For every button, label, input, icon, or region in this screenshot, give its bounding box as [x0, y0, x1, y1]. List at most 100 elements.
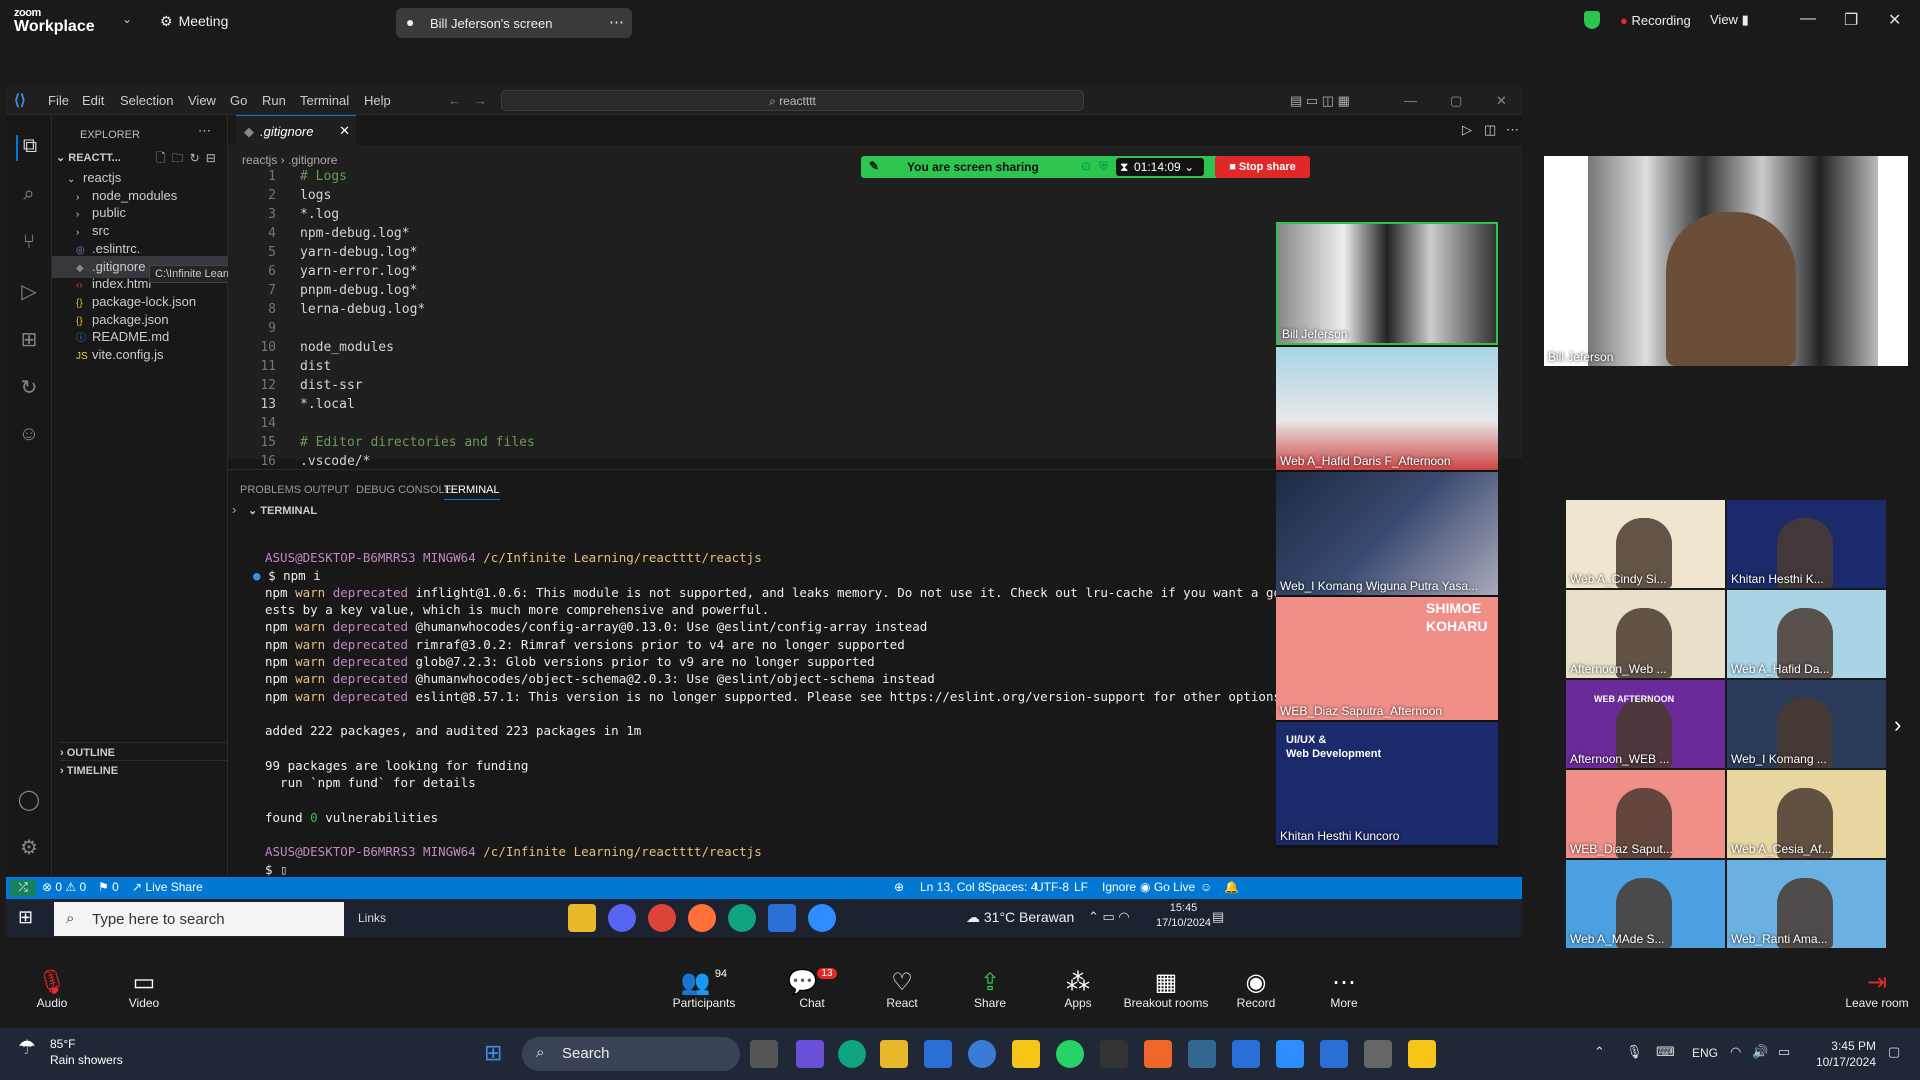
- tray-mic-icon[interactable]: 🎙: [1626, 1044, 1643, 1060]
- active-speaker-video[interactable]: Bill Jeferson: [1544, 156, 1908, 366]
- gallery-tile[interactable]: Web A_Hafid Da...: [1727, 590, 1886, 678]
- taskbar-clock[interactable]: 15:45 17/10/2024: [1156, 901, 1211, 931]
- vscode-minimize-icon[interactable]: —: [1404, 93, 1417, 108]
- vscode-restore-icon[interactable]: ▢: [1450, 93, 1462, 109]
- language-indicator[interactable]: ENG: [1692, 1046, 1718, 1060]
- tab-debug-console[interactable]: DEBUG CONSOLE: [356, 484, 452, 496]
- vscode-taskbar-icon[interactable]: [1320, 1040, 1348, 1068]
- audio-button[interactable]: 🎙 Audio: [12, 964, 92, 1010]
- xampp-icon[interactable]: [1144, 1040, 1172, 1068]
- breadcrumb[interactable]: reactjs › .gitignore: [242, 153, 337, 167]
- app-icon[interactable]: [1364, 1040, 1392, 1068]
- language-status[interactable]: Ignore: [1102, 880, 1136, 894]
- menu-selection[interactable]: Selection: [120, 93, 173, 108]
- stop-share-button[interactable]: ■ Stop share: [1215, 156, 1310, 178]
- tray-icons[interactable]: ⌃ ▭ ◠: [1088, 909, 1130, 925]
- problems-status[interactable]: ⊗ 0 ⚠ 0: [42, 880, 86, 894]
- windows-start-icon[interactable]: ⊞: [484, 1040, 502, 1066]
- pause-icon[interactable]: ⊙: [1081, 159, 1091, 173]
- remote-icon[interactable]: ⤮: [10, 880, 36, 896]
- indent-status[interactable]: Spaces: 4: [984, 880, 1037, 894]
- keyboard-icon[interactable]: ⌨: [1656, 1044, 1675, 1060]
- file-explorer-icon[interactable]: [880, 1040, 908, 1068]
- action-center-icon[interactable]: ▤: [1212, 909, 1224, 925]
- gallery-tile[interactable]: WEB_Diaz Saput...: [1566, 770, 1725, 858]
- tab-problems[interactable]: PROBLEMS: [240, 484, 301, 496]
- participant-tile[interactable]: Web_I Komang Wiguna Putra Yasa...: [1276, 472, 1498, 595]
- notifications-bell-icon[interactable]: 🔔: [1224, 880, 1239, 894]
- back-arrow-icon[interactable]: ←: [448, 93, 461, 108]
- gallery-tile[interactable]: Khitan Hesthi K...: [1727, 500, 1886, 588]
- source-control-icon[interactable]: ⑂: [16, 231, 42, 257]
- sticky-notes-icon[interactable]: [1012, 1040, 1040, 1068]
- live-share-icon[interactable]: ↻: [16, 375, 42, 401]
- more-icon[interactable]: ⋯: [609, 13, 624, 31]
- gallery-tile[interactable]: Web_I Komang ...: [1727, 680, 1886, 768]
- zoom-taskbar-icon[interactable]: [808, 904, 836, 932]
- extensions-icon[interactable]: ⊞: [16, 327, 42, 353]
- video-button[interactable]: ▭ Video: [104, 964, 184, 1010]
- menu-view[interactable]: View: [188, 93, 216, 108]
- meeting-tab[interactable]: ⚙ Meeting: [160, 13, 228, 30]
- share-timer[interactable]: ⧗ 01:14:09 ⌄: [1116, 158, 1204, 176]
- battery-icon[interactable]: ▭: [1778, 1044, 1790, 1060]
- account-icon[interactable]: ◯: [16, 787, 42, 813]
- tree-item[interactable]: JS vite.config.js: [52, 344, 228, 366]
- notepad-icon[interactable]: [1232, 1040, 1260, 1068]
- chat-button[interactable]: 💬 13 Chat: [772, 964, 852, 1010]
- apps-button[interactable]: ⁂ Apps: [1038, 964, 1118, 1010]
- gallery-tile[interactable]: Web A_Cindy Si...: [1566, 500, 1725, 588]
- edge-icon[interactable]: [838, 1040, 866, 1068]
- terminal-output[interactable]: ASUS@DESKTOP-B6MRRS3 MINGW64 /c/Infinite…: [253, 532, 1326, 878]
- vscode-taskbar-icon[interactable]: [768, 904, 796, 932]
- chrome-icon[interactable]: [648, 904, 676, 932]
- live-share-status[interactable]: ↗ Live Share: [132, 880, 203, 894]
- gallery-tile[interactable]: Afternoon_Web ...: [1566, 590, 1725, 678]
- forward-arrow-icon[interactable]: →: [474, 93, 487, 108]
- menu-file[interactable]: File: [48, 93, 69, 108]
- notification-icon[interactable]: ▢: [1888, 1044, 1900, 1060]
- code-editor[interactable]: 1 # Logs 2 logs 3 *.log 4 npm-debug.log* 5 yarn-d…: [228, 167, 534, 471]
- copilot-icon[interactable]: [796, 1040, 824, 1068]
- gallery-next-icon[interactable]: ›: [1894, 712, 1901, 738]
- go-live-button[interactable]: ◉ Go Live: [1140, 880, 1195, 894]
- menu-edit[interactable]: Edit: [82, 93, 104, 108]
- recording-indicator[interactable]: ● Recording: [1620, 13, 1691, 28]
- cursor-position[interactable]: Ln 13, Col 8: [920, 880, 985, 894]
- database-icon[interactable]: [1188, 1040, 1216, 1068]
- file-explorer-icon[interactable]: [568, 904, 596, 932]
- editor-more-icon[interactable]: ⋯: [1506, 122, 1519, 138]
- taskbar-search[interactable]: ⌕ Type here to search: [54, 902, 344, 936]
- task-view-icon[interactable]: [750, 1040, 778, 1068]
- chevron-down-icon[interactable]: ⌄: [122, 12, 132, 26]
- record-button[interactable]: ◉ Record: [1216, 964, 1296, 1010]
- more-button[interactable]: ⋯ More: [1304, 964, 1384, 1010]
- participant-tile[interactable]: Web A_Hafid Daris F_Afternoon: [1276, 347, 1498, 470]
- menu-go[interactable]: Go: [230, 93, 247, 108]
- mail-icon[interactable]: [924, 1040, 952, 1068]
- share-button[interactable]: ⇪ Share: [950, 964, 1030, 1010]
- app-icon[interactable]: [968, 1040, 996, 1068]
- edge-icon[interactable]: [728, 904, 756, 932]
- tab-gitignore[interactable]: ◆ .gitignore ✕: [236, 115, 356, 145]
- split-editor-icon[interactable]: ◫: [1484, 122, 1496, 138]
- security-icon[interactable]: ⛨: [1099, 159, 1108, 174]
- zoom-taskbar-icon[interactable]: [1276, 1040, 1304, 1068]
- tray-overflow-icon[interactable]: ⌃: [1594, 1044, 1605, 1060]
- chevron-right-icon[interactable]: ›: [232, 502, 236, 517]
- outline-section[interactable]: › OUTLINE: [60, 742, 228, 759]
- menu-terminal[interactable]: Terminal: [300, 93, 349, 108]
- security-shield-icon[interactable]: [1408, 1040, 1436, 1068]
- volume-icon[interactable]: 🔊: [1752, 1044, 1768, 1060]
- encoding-status[interactable]: UTF-8: [1035, 880, 1069, 894]
- system-clock[interactable]: 3:45 PM 10/17/2024: [1808, 1038, 1876, 1070]
- more-actions-icon[interactable]: ⋯: [198, 123, 211, 139]
- links-toolbar[interactable]: Links: [358, 911, 386, 925]
- minimize-icon[interactable]: —: [1800, 10, 1816, 28]
- run-debug-icon[interactable]: ▷: [16, 279, 42, 305]
- participant-tile[interactable]: Bill Jeferson: [1276, 222, 1498, 345]
- leave-room-button[interactable]: ⇥ Leave room: [1834, 964, 1920, 1010]
- menu-help[interactable]: Help: [364, 93, 391, 108]
- layout-toggle-icon[interactable]: ▤ ▭ ◫ ▦: [1290, 93, 1350, 109]
- settings-gear-icon[interactable]: ⚙: [16, 835, 42, 861]
